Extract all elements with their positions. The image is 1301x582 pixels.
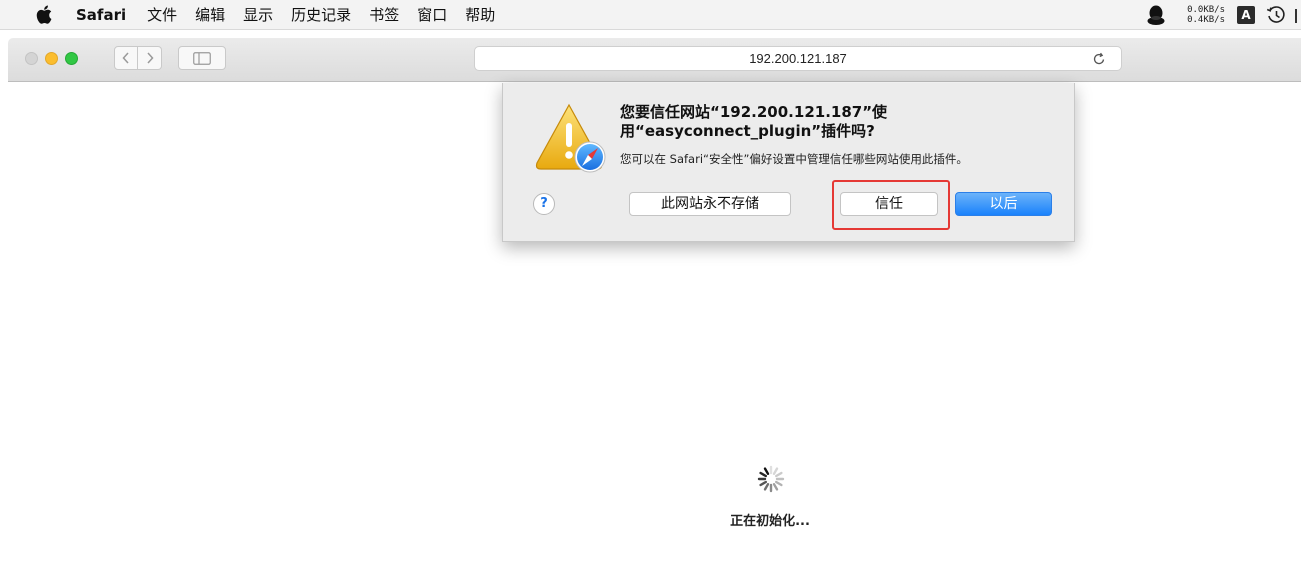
address-bar[interactable]: 192.200.121.187 [474,46,1122,71]
qq-icon[interactable] [1145,4,1167,26]
reload-icon[interactable] [1091,51,1107,67]
safari-toolbar: 192.200.121.187 [8,38,1301,82]
dialog-title: 您要信任网站“192.200.121.187”使用“easyconnect_pl… [620,103,888,140]
back-button[interactable] [114,46,138,70]
later-button[interactable]: 以后 [955,192,1052,216]
minimize-window-button[interactable] [45,52,58,65]
menu-view[interactable]: 显示 [234,0,282,30]
menu-help[interactable]: 帮助 [456,0,504,30]
close-window-button[interactable] [25,52,38,65]
net-down-speed: 0.0KB/s [1187,5,1225,15]
menu-window[interactable]: 窗口 [408,0,456,30]
menu-bar: Safari 文件 编辑 显示 历史记录 书签 窗口 帮助 0.0KB/s 0.… [0,0,1301,30]
safari-compass-icon [574,141,606,173]
forward-icon [146,52,154,64]
input-source-icon[interactable]: A [1237,6,1255,24]
help-button[interactable]: ? [533,193,555,215]
zoom-window-button[interactable] [65,52,78,65]
net-up-speed: 0.4KB/s [1187,15,1225,25]
spinner-icon [757,465,785,493]
back-icon [122,52,129,64]
menu-extras: 0.0KB/s 0.4KB/s A [1145,0,1301,30]
warning-icon [535,103,606,173]
menu-bookmarks[interactable]: 书签 [360,0,408,30]
apple-icon[interactable] [22,0,66,30]
menu-overflow-icon [1295,9,1301,23]
address-text: 192.200.121.187 [749,51,847,66]
dialog-message: 您可以在 Safari“安全性”偏好设置中管理信任哪些网站使用此插件。 [620,152,968,166]
forward-button[interactable] [138,46,162,70]
menu-history[interactable]: 历史记录 [282,0,360,30]
never-for-this-website-button[interactable]: 此网站永不存储 [629,192,791,216]
sidebar-icon [193,51,211,65]
time-machine-icon[interactable] [1265,4,1287,26]
network-speed[interactable]: 0.0KB/s 0.4KB/s [1187,5,1225,25]
menu-file[interactable]: 文件 [138,0,186,30]
sidebar-toggle-button[interactable] [178,46,226,70]
menu-app-safari[interactable]: Safari [66,0,138,30]
menu-edit[interactable]: 编辑 [186,0,234,30]
trust-button[interactable]: 信任 [840,192,938,216]
plugin-trust-dialog: 您要信任网站“192.200.121.187”使用“easyconnect_pl… [502,83,1075,242]
loading-status-text: 正在初始化... [730,514,810,529]
